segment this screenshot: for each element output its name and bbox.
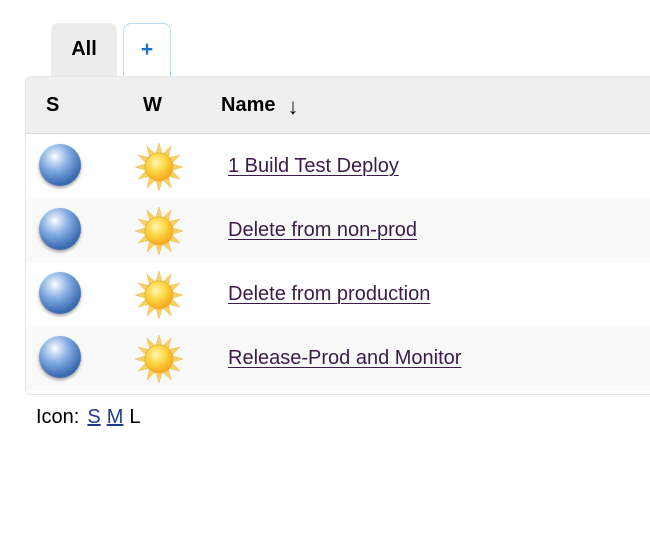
table-row: 1 Build Test Deploy [26, 134, 650, 198]
blue-ball-icon [39, 144, 83, 188]
job-name-cell: Delete from production [228, 262, 430, 326]
sunny-icon [133, 205, 185, 257]
blue-ball-icon [39, 272, 83, 316]
column-header-name[interactable]: Name ↓ [221, 77, 298, 133]
sort-descending-icon: ↓ [287, 94, 299, 119]
column-header-weather[interactable]: W [143, 77, 162, 133]
table-row: Delete from non-prod [26, 198, 650, 262]
table-row: Release-Prod and Monitor [26, 326, 650, 390]
job-link[interactable]: Release-Prod and Monitor [228, 347, 461, 370]
column-header-name-label: Name [221, 93, 276, 116]
add-view-tab[interactable]: + [123, 23, 171, 78]
job-name-cell: Release-Prod and Monitor [228, 326, 461, 390]
view-tabs: All + [51, 22, 171, 78]
job-name-cell: Delete from non-prod [228, 198, 417, 262]
table-row: Delete from production [26, 262, 650, 326]
tab-all[interactable]: All [51, 23, 117, 78]
job-link[interactable]: 1 Build Test Deploy [228, 155, 399, 178]
blue-ball-icon [39, 208, 83, 252]
sunny-icon [133, 269, 185, 321]
job-name-cell: 1 Build Test Deploy [228, 134, 399, 198]
sunny-icon [133, 141, 185, 193]
column-header-status[interactable]: S [46, 77, 59, 133]
icon-size-selector: Icon: S M L [36, 406, 141, 429]
icon-size-large-current: L [129, 406, 141, 428]
blue-ball-icon [39, 336, 83, 380]
job-link[interactable]: Delete from production [228, 283, 430, 306]
status-ball-shape [39, 208, 81, 250]
table-header: S W Name ↓ [26, 77, 650, 134]
sunny-icon [133, 333, 185, 385]
status-ball-shape [39, 272, 81, 314]
status-ball-shape [39, 144, 81, 186]
icon-size-label: Icon: [36, 406, 80, 428]
job-link[interactable]: Delete from non-prod [228, 219, 417, 242]
icon-size-small-link[interactable]: S [87, 406, 100, 429]
jobs-table: S W Name ↓ 1 Build Test Deploy Delete fro… [25, 76, 650, 395]
status-ball-shape [39, 336, 81, 378]
icon-size-medium-link[interactable]: M [107, 406, 124, 429]
